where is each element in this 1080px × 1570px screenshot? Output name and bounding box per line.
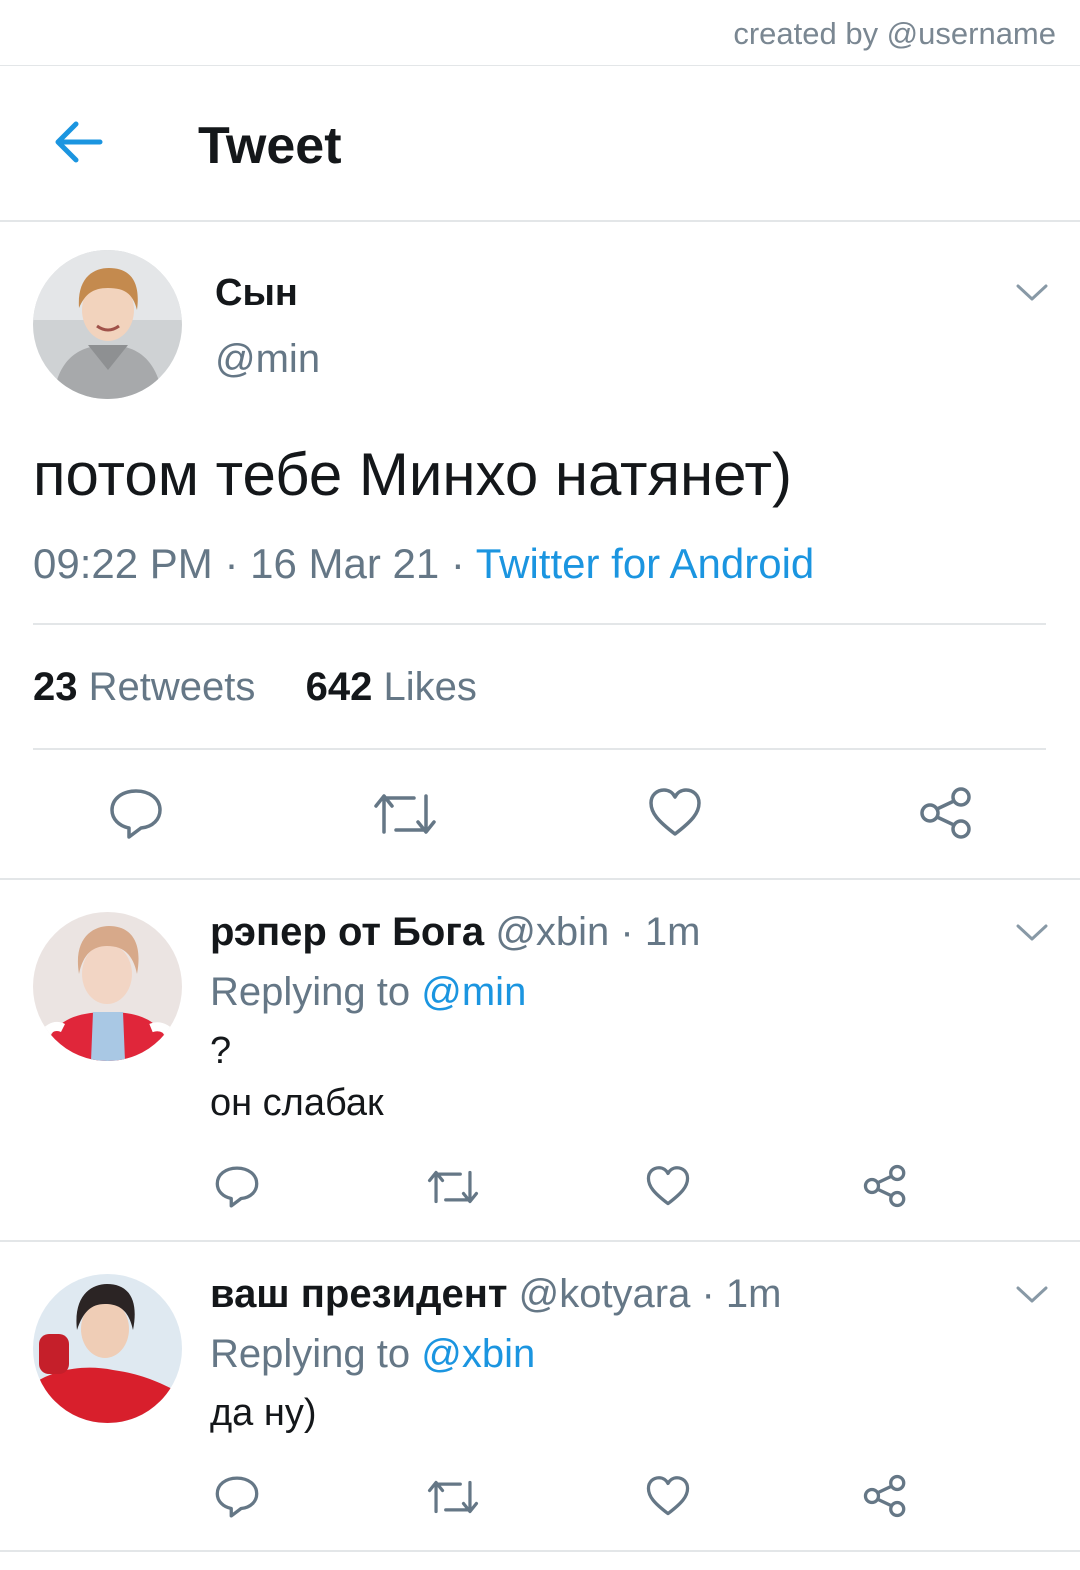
- replying-to: Replying to @min: [210, 970, 526, 1015]
- replying-label: Replying to: [210, 1332, 411, 1376]
- page-title: Tweet: [198, 117, 342, 175]
- retweet-icon[interactable]: [426, 1166, 480, 1213]
- retweets-stat[interactable]: 23 Retweets: [33, 665, 255, 709]
- likes-count: 642: [305, 665, 373, 709]
- divider: [0, 1550, 1080, 1552]
- tweet-meta: 09:22 PM · 16 Mar 21 · Twitter for Andro…: [33, 540, 814, 588]
- share-icon[interactable]: [862, 1164, 908, 1213]
- reply-icon[interactable]: [108, 786, 164, 847]
- reply-text-line: он слабак: [210, 1082, 384, 1124]
- replying-to: Replying to @xbin: [210, 1332, 535, 1377]
- tweet-time: 09:22 PM: [33, 540, 213, 587]
- heart-icon[interactable]: [648, 788, 702, 843]
- tweet-text: потом тебе Минхо натянет): [33, 441, 792, 508]
- tweet-source-link[interactable]: Twitter for Android: [476, 540, 814, 587]
- reply-header: рэпер от Бога @xbin · 1m: [210, 910, 700, 955]
- replying-mention[interactable]: @min: [421, 970, 526, 1014]
- meta-separator: ·: [212, 540, 251, 587]
- reply-icon[interactable]: [214, 1474, 260, 1525]
- reply-header: ваш президент @kotyara · 1m: [210, 1272, 782, 1317]
- reply-icon[interactable]: [214, 1164, 260, 1215]
- divider: [33, 748, 1046, 750]
- retweets-label: Retweets: [88, 665, 256, 709]
- reply-author-name[interactable]: ваш президент: [210, 1272, 507, 1316]
- avatar-reply-1[interactable]: [33, 912, 182, 1061]
- divider: [33, 623, 1046, 625]
- chevron-down-icon[interactable]: [1014, 280, 1050, 304]
- app-header: Tweet: [0, 66, 1080, 222]
- heart-icon[interactable]: [646, 1476, 690, 1522]
- avatar-reply-2[interactable]: [33, 1274, 182, 1423]
- reply-time: · 1m: [620, 910, 701, 954]
- chevron-down-icon[interactable]: [1014, 920, 1050, 944]
- likes-stat[interactable]: 642 Likes: [306, 665, 477, 709]
- reply-author-name[interactable]: рэпер от Бога: [210, 910, 484, 954]
- avatar-main[interactable]: [33, 250, 182, 399]
- credit-bar: created by @username: [0, 0, 1080, 66]
- reply-text-line: ?: [210, 1030, 232, 1072]
- retweet-icon[interactable]: [372, 788, 438, 845]
- heart-icon[interactable]: [646, 1166, 690, 1212]
- retweets-count: 23: [33, 665, 78, 709]
- reply-author-handle[interactable]: @xbin: [495, 910, 609, 954]
- tweet-date: 16 Mar 21: [250, 540, 440, 587]
- author-handle[interactable]: @min: [215, 337, 320, 382]
- author-name[interactable]: Сын: [215, 272, 298, 315]
- share-icon[interactable]: [918, 786, 974, 845]
- retweet-icon[interactable]: [426, 1476, 480, 1523]
- reply-time: · 1m: [701, 1272, 782, 1316]
- meta-separator: ·: [439, 540, 476, 587]
- replying-label: Replying to: [210, 970, 411, 1014]
- share-icon[interactable]: [862, 1474, 908, 1523]
- chevron-down-icon[interactable]: [1014, 1282, 1050, 1306]
- divider: [0, 1240, 1080, 1242]
- divider: [0, 878, 1080, 880]
- back-arrow-icon[interactable]: [52, 118, 104, 166]
- reply-text-line: да ну): [210, 1392, 317, 1434]
- credit-text: created by @username: [733, 16, 1056, 51]
- tweet-stats: 23 Retweets 642 Likes: [33, 665, 477, 710]
- reply-author-handle[interactable]: @kotyara: [519, 1272, 691, 1316]
- likes-label: Likes: [383, 665, 477, 709]
- replying-mention[interactable]: @xbin: [421, 1332, 535, 1376]
